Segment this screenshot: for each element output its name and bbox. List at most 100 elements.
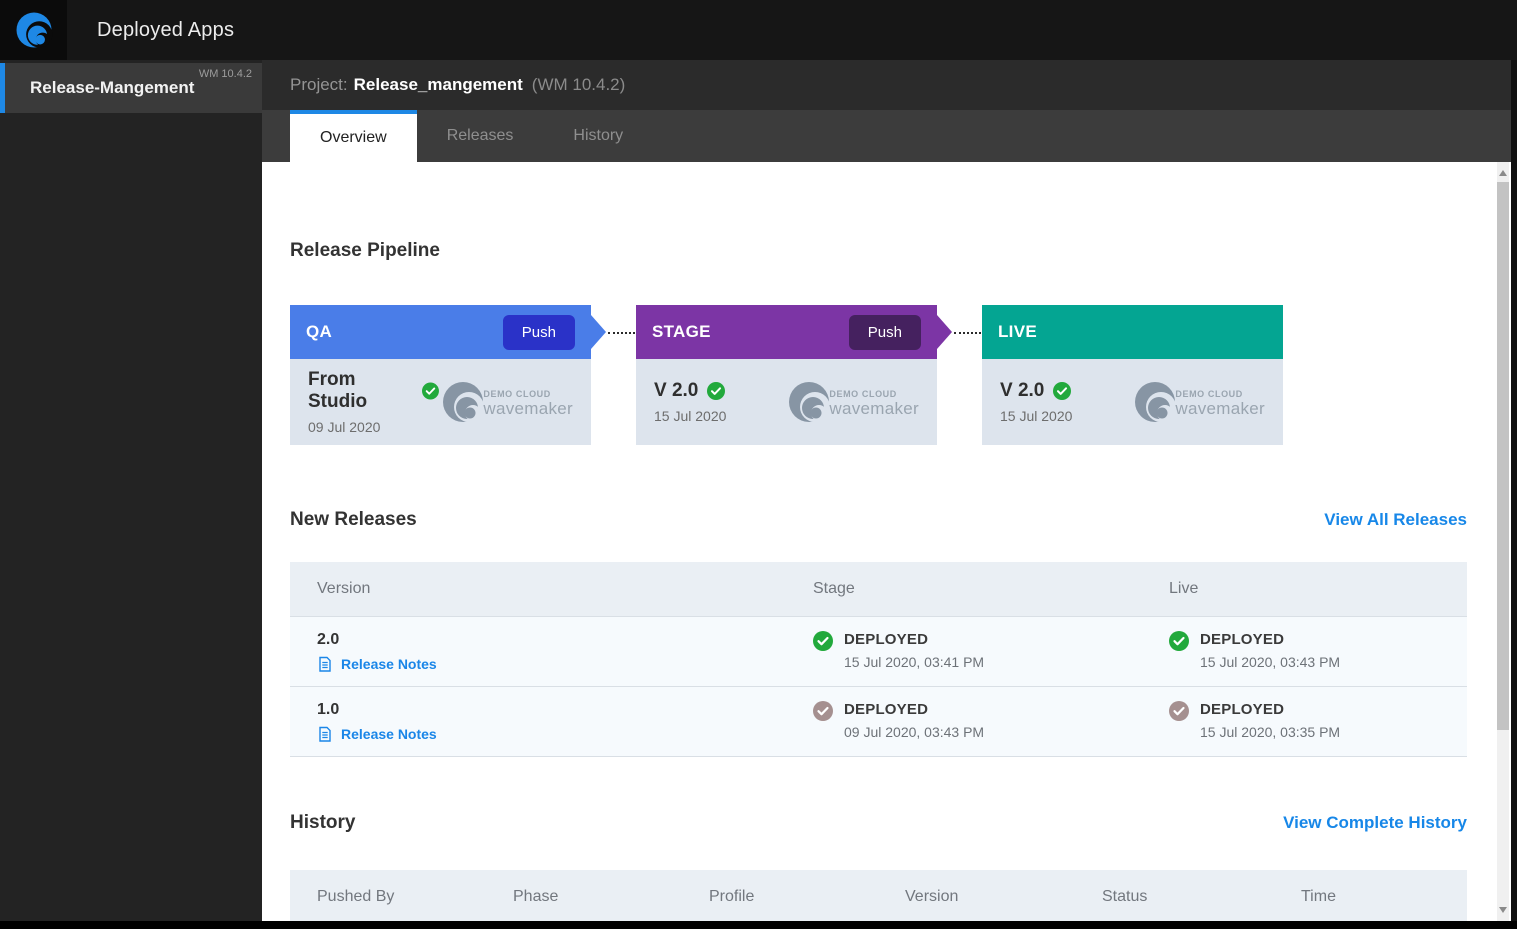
release-pipeline: QA Push From Studio 09 Jul 2020 DEMO CLO…	[290, 305, 1467, 445]
history-table: Pushed By Phase Profile Version Status T…	[290, 870, 1467, 921]
wavemaker-cloud-icon	[1135, 382, 1177, 422]
stage-time: 15 Jul 2020, 03:41 PM	[844, 654, 985, 670]
new-releases-table-header: Version Stage Live	[290, 562, 1467, 616]
content-area: Release Pipeline QA Push From Studio 09 …	[262, 162, 1517, 921]
main-panel: Project: Release_mangement (WM 10.4.2) O…	[262, 60, 1517, 921]
wavemaker-cloud-icon	[789, 382, 831, 422]
tab-bar: Overview Releases History	[262, 110, 1517, 162]
history-table-header: Pushed By Phase Profile Version Status T…	[290, 870, 1467, 921]
scroll-up-arrow-icon[interactable]	[1499, 170, 1507, 176]
stage-time: 09 Jul 2020, 03:43 PM	[844, 724, 985, 740]
cloud-brand: wavemaker	[829, 398, 919, 418]
column-profile: Profile	[709, 888, 755, 905]
sidebar-item-wm-version: WM 10.4.2	[198, 68, 252, 80]
qa-card-header: QA Push	[290, 305, 591, 359]
column-stage: Stage	[813, 580, 855, 597]
success-check-icon	[1169, 631, 1189, 651]
pipeline-connector	[954, 332, 981, 334]
qa-date: 09 Jul 2020	[308, 419, 381, 435]
column-status: Status	[1102, 888, 1148, 905]
pipeline-card-qa: QA Push From Studio 09 Jul 2020 DEMO CLO…	[290, 305, 591, 445]
column-pushed-by: Pushed By	[317, 888, 395, 905]
new-releases-heading-row: New Releases View All Releases	[290, 509, 1467, 531]
cloud-brand: wavemaker	[483, 398, 573, 418]
live-card-body: V 2.0 15 Jul 2020 DEMO CLOUD wavemaker	[982, 359, 1283, 445]
demo-cloud-logo: DEMO CLOUD wavemaker	[1131, 378, 1265, 426]
tab-releases[interactable]: Releases	[417, 110, 544, 162]
window-bottom-border	[0, 921, 1517, 929]
stage-card-header: STAGE Push	[636, 305, 937, 359]
pipeline-card-stage: STAGE Push V 2.0 15 Jul 2020 DEMO CLOUD …	[636, 305, 937, 445]
release-notes-link[interactable]: Release Notes	[317, 656, 786, 672]
document-icon	[319, 656, 331, 672]
tab-history[interactable]: History	[543, 110, 653, 162]
vertical-scrollbar[interactable]	[1497, 162, 1509, 921]
sidebar-item-release-management[interactable]: Release-Mangement WM 10.4.2	[0, 63, 262, 113]
column-time: Time	[1301, 888, 1336, 905]
stage-date: 15 Jul 2020	[654, 408, 727, 424]
stage-stage-name: STAGE	[652, 322, 711, 341]
success-check-icon	[422, 382, 440, 400]
wavemaker-wave-icon	[16, 12, 52, 48]
view-complete-history-link[interactable]: View Complete History	[1283, 813, 1467, 833]
stage-status: DEPLOYED	[844, 631, 929, 648]
app-title: Deployed Apps	[97, 18, 235, 41]
tab-overview[interactable]: Overview	[290, 110, 417, 162]
project-name: Release_mangement	[353, 75, 523, 94]
live-version: V 2.0	[1000, 380, 1045, 401]
release-notes-link[interactable]: Release Notes	[317, 726, 786, 742]
pipeline-connector	[608, 332, 635, 334]
release-pipeline-title: Release Pipeline	[290, 240, 440, 261]
column-version: Version	[905, 888, 959, 905]
view-all-releases-link[interactable]: View All Releases	[1324, 510, 1467, 530]
project-prefix: Project:	[290, 75, 348, 94]
live-card-header: LIVE	[982, 305, 1283, 359]
stage-push-button[interactable]: Push	[848, 314, 921, 350]
new-releases-table: Version Stage Live 2.0 Release Notes DEP…	[290, 562, 1467, 757]
column-version: Version	[317, 580, 371, 597]
live-time: 15 Jul 2020, 03:43 PM	[1200, 654, 1341, 670]
stage-card-body: V 2.0 15 Jul 2020 DEMO CLOUD wavemaker	[636, 359, 937, 445]
qa-version: From Studio	[308, 369, 368, 412]
project-version: (WM 10.4.2)	[531, 75, 626, 94]
inactive-check-icon	[1169, 701, 1189, 721]
pipeline-card-live: LIVE V 2.0 15 Jul 2020 DEMO CLOUD wavema…	[982, 305, 1283, 445]
inactive-check-icon	[813, 701, 833, 721]
demo-cloud-logo: DEMO CLOUD wavemaker	[785, 378, 919, 426]
history-heading-row: History View Complete History	[290, 812, 1467, 834]
live-date: 15 Jul 2020	[1000, 408, 1073, 424]
live-status: DEPLOYED	[1200, 701, 1285, 718]
column-live: Live	[1169, 580, 1199, 597]
column-phase: Phase	[513, 888, 559, 905]
cloud-brand: wavemaker	[1175, 398, 1265, 418]
scrollbar-thumb[interactable]	[1497, 182, 1509, 730]
wavemaker-logo	[0, 0, 67, 60]
window-right-border	[1511, 60, 1517, 921]
document-icon	[319, 726, 331, 742]
project-header: Project: Release_mangement (WM 10.4.2)	[262, 60, 1517, 110]
release-notes-label: Release Notes	[341, 656, 437, 672]
live-stage-name: LIVE	[998, 322, 1037, 341]
new-releases-title: New Releases	[290, 509, 417, 530]
release-notes-label: Release Notes	[341, 726, 437, 742]
success-check-icon	[707, 382, 726, 400]
row-version: 1.0	[317, 701, 340, 718]
table-row: 2.0 Release Notes DEPLOYED 15 Jul 2020, …	[290, 616, 1467, 686]
qa-stage-name: QA	[306, 322, 333, 341]
success-check-icon	[813, 631, 833, 651]
demo-cloud-logo: DEMO CLOUD wavemaker	[439, 378, 573, 426]
stage-status: DEPLOYED	[844, 701, 929, 718]
sidebar: Release-Mangement WM 10.4.2	[0, 60, 262, 921]
success-check-icon	[1053, 382, 1072, 400]
live-time: 15 Jul 2020, 03:35 PM	[1200, 724, 1341, 740]
stage-version: V 2.0	[654, 380, 699, 401]
wavemaker-cloud-icon	[443, 382, 485, 422]
sidebar-item-label: Release-Mangement	[30, 78, 195, 97]
top-bar: Deployed Apps	[0, 0, 1517, 60]
qa-card-body: From Studio 09 Jul 2020 DEMO CLOUD wavem…	[290, 359, 591, 445]
qa-push-button[interactable]: Push	[502, 314, 575, 350]
history-title: History	[290, 812, 356, 833]
scroll-down-arrow-icon[interactable]	[1499, 907, 1507, 913]
table-row: 1.0 Release Notes DEPLOYED 09 Jul 2020, …	[290, 686, 1467, 757]
row-version: 2.0	[317, 631, 340, 648]
